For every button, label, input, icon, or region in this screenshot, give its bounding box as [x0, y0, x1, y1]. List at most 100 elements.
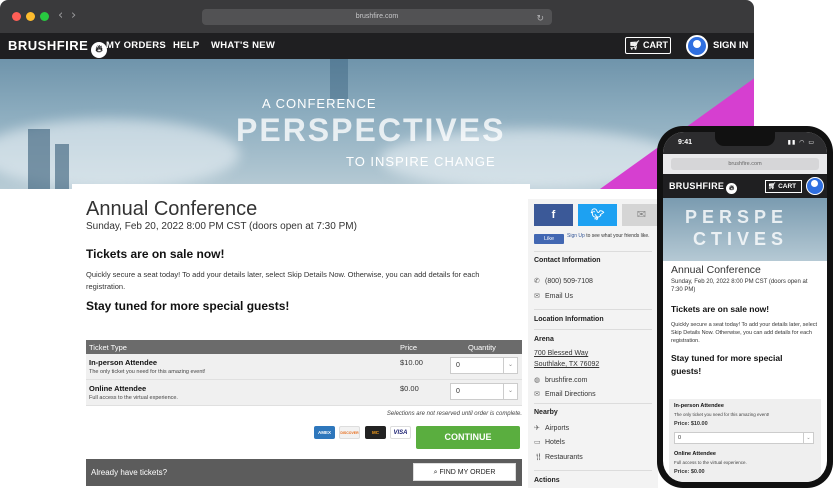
flame-icon: 🔥︎ [91, 42, 108, 58]
phone-on-sale-heading: Tickets are on sale now! [671, 304, 770, 314]
phone-ticket-box: In-person Attendee The only ticket you n… [669, 399, 821, 482]
phone-cart-button[interactable]: 🛒︎ CART [765, 180, 802, 193]
phone-logo[interactable]: BRUSHFIRE 🔥︎ [669, 181, 738, 194]
phone-icon: ✆ [534, 277, 540, 285]
banner-line-1: A CONFERENCE [262, 96, 377, 111]
ticket-name: Online Attendee [89, 384, 147, 393]
twitter-share-button[interactable]: 🐦︎ [578, 204, 617, 226]
phone-status-bar: 9:41 ▮▮ ◠ ▭ [663, 132, 827, 154]
nearby-hotels[interactable]: ▭ Hotels [534, 438, 565, 446]
directions-link: Email Directions [545, 391, 596, 398]
ticket-table: Ticket Type Price Quantity In-person Att… [86, 340, 522, 406]
on-sale-heading: Tickets are on sale now! [86, 247, 225, 261]
banner-line-2: PERSPECTIVES [236, 112, 506, 148]
already-have-tickets-label: Already have tickets? [91, 468, 168, 477]
phone-ticket-description: The only ticket you need for this amazin… [674, 412, 770, 417]
reload-icon[interactable]: ↻ [536, 11, 544, 27]
table-row: In-person Attendee The only ticket you n… [86, 354, 522, 380]
ticket-description: Full access to the virtual experience. [89, 395, 178, 401]
logo-text: BRUSHFIRE [8, 38, 89, 53]
phone-ticket-name: Online Attendee [674, 451, 716, 457]
user-avatar-icon[interactable] [686, 35, 708, 57]
address-line-2[interactable]: Southlake, TX 76092 [534, 361, 599, 368]
restaurants-label: Restaurants [545, 454, 583, 461]
quantity-select[interactable]: 0 ⌄ [450, 357, 518, 374]
email-share-button[interactable]: ✉ [622, 204, 661, 226]
banner-building [28, 129, 50, 189]
mail-icon: ✉ [636, 208, 647, 221]
search-icon: ⌕ [433, 468, 438, 476]
phone-item[interactable]: ✆ (800) 509-7108 [534, 277, 593, 285]
chevron-down-icon: ⌄ [803, 433, 813, 443]
phone-address-bar: brushfire.com [663, 154, 827, 174]
ticket-price: $0.00 [400, 384, 419, 393]
marketing-composite: ‹ › brushfire.com ↻ BRUSHFIRE 🔥︎ MY ORDER… [0, 0, 834, 488]
quantity-value: 0 [456, 362, 460, 369]
close-window-button[interactable] [12, 12, 21, 21]
email-item[interactable]: ✉ Email Us [534, 292, 573, 300]
cart-icon: 🛒︎ [768, 182, 777, 190]
phone-event-date: Sunday, Feb 20, 2022 8:00 PM CST (doors … [671, 279, 808, 293]
desktop-browser-window: ‹ › brushfire.com ↻ BRUSHFIRE 🔥︎ MY ORDER… [0, 0, 754, 488]
chevron-down-icon: ⌄ [503, 358, 517, 373]
divider [534, 329, 652, 330]
airplane-icon: ✈ [534, 424, 540, 432]
quantity-select[interactable]: 0 ⌄ [450, 383, 518, 400]
phone-event-title: Annual Conference [671, 264, 761, 276]
site-navbar: BRUSHFIRE 🔥︎ MY ORDERS HELP WHAT'S NEW 🛒︎… [0, 33, 754, 59]
phone-quantity-select[interactable]: 0 ⌄ [674, 432, 814, 444]
ticket-description: The only ticket you need for this amazin… [89, 369, 206, 375]
phone-quantity-value: 0 [678, 435, 682, 441]
bed-icon: ▭ [534, 438, 541, 446]
phone-url-field[interactable]: brushfire.com [671, 158, 819, 170]
nearby-heading: Nearby [534, 409, 558, 416]
envelope-icon: ✉ [534, 390, 540, 398]
address-bar[interactable]: brushfire.com ↻ [202, 9, 552, 25]
signal-wifi-battery-icon: ▮▮ ◠ ▭ [787, 139, 815, 146]
phone-mockup: 9:41 ▮▮ ◠ ▭ brushfire.com BRUSHFIRE 🔥︎ 🛒︎… [657, 126, 833, 488]
find-my-order-button[interactable]: ⌕ FIND MY ORDER [413, 463, 516, 481]
maximize-window-button[interactable] [40, 12, 49, 21]
phone-notch [715, 132, 775, 146]
mastercard-icon: MC [365, 426, 386, 439]
address-line-1[interactable]: 700 Blessed Way [534, 350, 588, 357]
nearby-restaurants[interactable]: 🍴︎ Restaurants [534, 453, 583, 461]
phone-banner-line-1: PERSPE [685, 207, 789, 227]
phone-ticket-price: Price: $0.00 [674, 469, 705, 475]
sign-in-link[interactable]: SIGN IN [713, 40, 748, 51]
facebook-share-button[interactable]: f [534, 204, 573, 226]
phone-screen: 9:41 ▮▮ ◠ ▭ brushfire.com BRUSHFIRE 🔥︎ 🛒︎… [663, 132, 827, 482]
already-have-tickets-bar: Already have tickets? ⌕ FIND MY ORDER [86, 459, 522, 486]
discover-card-icon: DISCOVER [339, 426, 360, 439]
forward-arrow-icon[interactable]: › [71, 8, 76, 23]
cart-icon: 🛒︎ [629, 41, 641, 51]
facebook-signup-link[interactable]: Sign Up [567, 233, 585, 239]
contact-heading: Contact Information [534, 257, 601, 264]
minimize-window-button[interactable] [26, 12, 35, 21]
nav-my-orders[interactable]: MY ORDERS [106, 40, 166, 51]
website-item[interactable]: ◍ brushfire.com [534, 376, 587, 384]
actions-heading: Actions [534, 477, 560, 484]
divider [534, 309, 652, 310]
phone-navbar: BRUSHFIRE 🔥︎ 🛒︎ CART [663, 174, 827, 198]
nav-help[interactable]: HELP [173, 40, 200, 51]
globe-icon: ◍ [534, 376, 541, 384]
phone-ticket-description: Full access to the virtual experience. [674, 460, 747, 465]
back-arrow-icon[interactable]: ‹ [58, 8, 63, 23]
utensils-icon: 🍴︎ [534, 453, 543, 461]
brushfire-logo[interactable]: BRUSHFIRE 🔥︎ [8, 38, 108, 58]
divider [534, 251, 652, 252]
envelope-icon: ✉ [534, 292, 540, 300]
cart-button[interactable]: 🛒︎ CART [625, 37, 671, 54]
nav-whats-new[interactable]: WHAT'S NEW [211, 40, 275, 51]
nearby-airports[interactable]: ✈ Airports [534, 424, 569, 432]
chevron-down-icon: ⌄ [503, 384, 517, 399]
continue-button[interactable]: CONTINUE [416, 426, 520, 449]
phone-event-card: Annual Conference Sunday, Feb 20, 2022 8… [669, 261, 821, 482]
email-link: Email Us [545, 293, 574, 300]
quantity-value: 0 [456, 388, 460, 395]
phone-avatar-icon[interactable] [806, 177, 824, 195]
facebook-like-button[interactable]: Like [534, 234, 564, 244]
directions-item[interactable]: ✉ Email Directions [534, 390, 596, 398]
stay-tuned-heading: Stay tuned for more special guests! [86, 299, 290, 313]
